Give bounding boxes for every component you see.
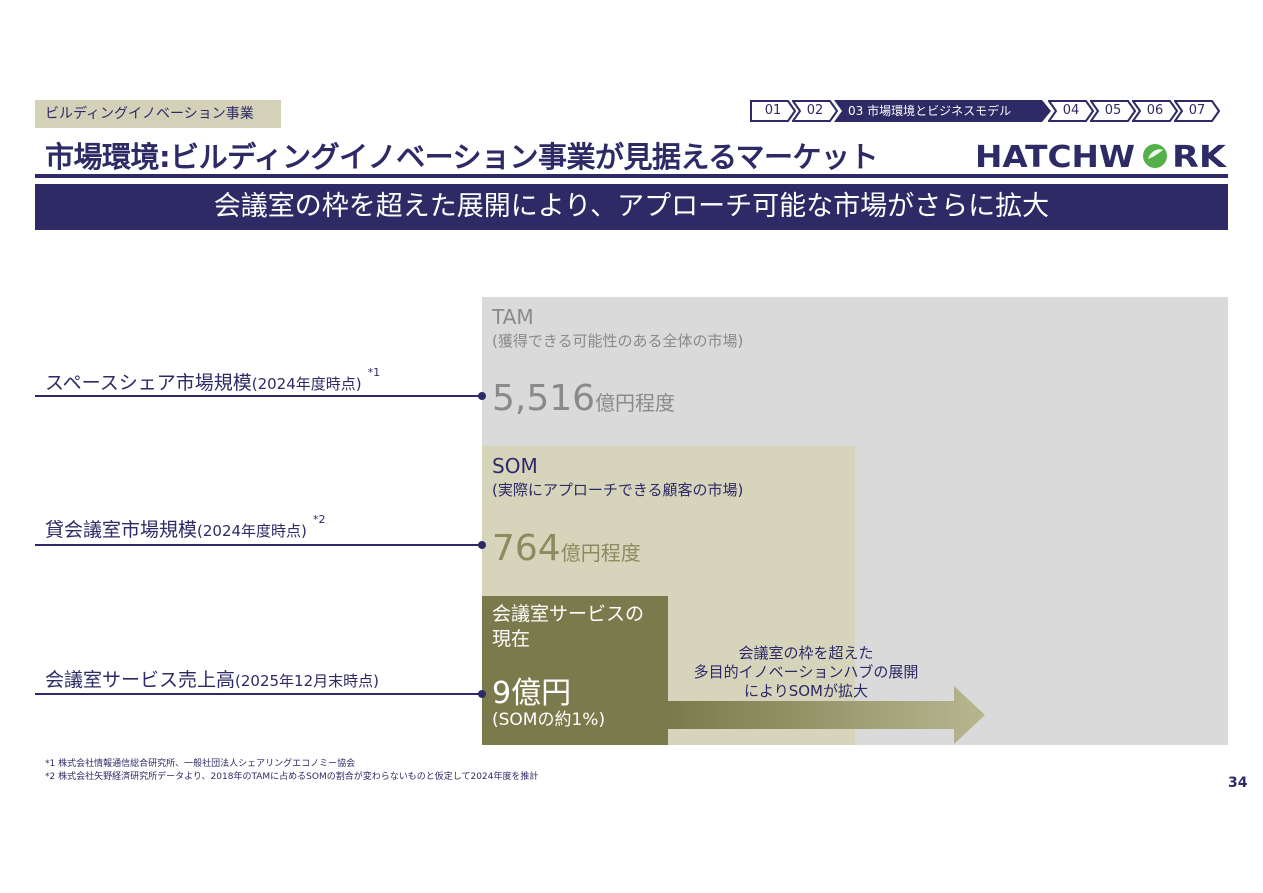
row-label-paren: (2024年度時点) bbox=[251, 375, 362, 393]
som-unit: 億円程度 bbox=[560, 541, 641, 565]
tam-number: 5,516 bbox=[492, 378, 596, 419]
som-number: 764 bbox=[492, 528, 561, 569]
som-label: SOM bbox=[492, 454, 538, 478]
section-nav: 01 02 03 市場環境とビジネスモデル 04 05 06 07 bbox=[750, 100, 1220, 122]
row-label-paren: (2024年度時点) bbox=[197, 522, 307, 540]
category-tag: ビルディングイノベーション事業 bbox=[35, 100, 281, 128]
tam-label: TAM bbox=[492, 305, 534, 329]
tam-description: (獲得できる可能性のある全体の市場) bbox=[492, 332, 744, 350]
footnote-1: *1 株式会社情報通信総合研究所、一般社団法人シェアリングエコノミー協会 bbox=[45, 759, 356, 769]
row-label-footnote-ref: *2 bbox=[312, 513, 326, 526]
expansion-text-line-2: 多目的イノベーションハブの展開 bbox=[693, 663, 919, 681]
leader-line-tam bbox=[35, 395, 482, 397]
footnote-2: *2 株式会社矢野経済研究所データより、2018年のTAMに占めるSOMの割合が… bbox=[45, 772, 539, 782]
page-title: 市場環境:ビルディングイノベーション事業が見据えるマーケット bbox=[45, 140, 878, 174]
headline-banner: 会議室の枠を超えた展開により、アプローチ可能な市場がさらに拡大 bbox=[35, 184, 1228, 230]
tam-unit: 億円程度 bbox=[595, 391, 676, 415]
row-label-main: 貸会議室市場規模 bbox=[45, 519, 198, 541]
tam-value: 5,516億円程度 bbox=[492, 378, 675, 419]
title-underline bbox=[35, 174, 1228, 178]
expansion-text-line-1: 会議室の枠を超えた bbox=[738, 644, 874, 662]
current-note: (SOMの約1%) bbox=[492, 710, 606, 730]
row-label-rental-room: 貸会議室市場規模(2024年度時点) *2 bbox=[45, 513, 326, 542]
leader-dot-tam bbox=[478, 392, 486, 400]
leader-dot-current bbox=[478, 690, 486, 698]
svg-text:RK: RK bbox=[1172, 140, 1227, 172]
nav-item-04[interactable]: 04 bbox=[1048, 100, 1094, 122]
expansion-text: 会議室の枠を超えた 多目的イノベーションハブの展開 によりSOMが拡大 bbox=[686, 644, 926, 701]
leader-dot-som bbox=[478, 541, 486, 549]
row-label-main: スペースシェア市場規模 bbox=[45, 372, 252, 394]
leader-line-som bbox=[35, 544, 482, 546]
nav-item-03-active[interactable]: 03 市場環境とビジネスモデル bbox=[834, 100, 1052, 122]
nav-item-07[interactable]: 07 bbox=[1174, 100, 1220, 122]
row-label-space-share: スペースシェア市場規模(2024年度時点) *1 bbox=[45, 366, 381, 395]
row-label-room-sales: 会議室サービス売上高(2025年12月末時点) bbox=[45, 665, 379, 692]
nav-item-02[interactable]: 02 bbox=[792, 100, 838, 122]
row-label-footnote-ref: *1 bbox=[367, 366, 381, 379]
current-label: 会議室サービスの現在 bbox=[492, 603, 645, 650]
page-number: 34 bbox=[1228, 775, 1248, 791]
hatchwork-logo: HATCHW RK bbox=[975, 138, 1227, 172]
som-value: 764億円程度 bbox=[492, 528, 641, 569]
nav-item-06[interactable]: 06 bbox=[1132, 100, 1178, 122]
nav-item-05[interactable]: 05 bbox=[1090, 100, 1136, 122]
expansion-text-line-3: によりSOMが拡大 bbox=[744, 682, 868, 700]
row-label-main: 会議室サービス売上高 bbox=[45, 669, 236, 691]
svg-text:HATCHW: HATCHW bbox=[975, 140, 1135, 172]
leader-line-current bbox=[35, 693, 482, 695]
nav-item-01[interactable]: 01 bbox=[750, 100, 796, 122]
som-description: (実際にアプローチできる顧客の市場) bbox=[492, 481, 744, 499]
row-label-paren: (2025年12月末時点) bbox=[235, 672, 379, 690]
